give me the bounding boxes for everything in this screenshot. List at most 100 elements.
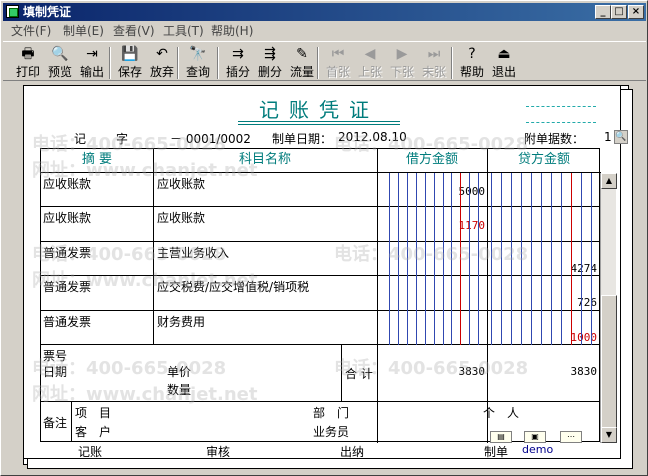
scroll-up-icon[interactable]: ▲	[601, 173, 617, 189]
account-cell[interactable]: 应交税费/应交增值税/销项税	[157, 278, 309, 295]
amount-ruling-line	[571, 173, 572, 345]
table-row[interactable]: 普通发票 主营业务收入 4274	[41, 242, 601, 277]
debit-cell[interactable]: 1170	[421, 219, 486, 232]
voucher-date[interactable]: 2012.08.10	[338, 130, 407, 144]
close-button[interactable]: ×	[628, 5, 644, 19]
voucher-header: 记 字 － 0001/0002 制单日期： 2012.08.10 附单据数： 1	[24, 130, 622, 148]
amount-ruling-line	[389, 173, 390, 345]
voucher-number[interactable]: － 0001/0002	[170, 130, 251, 147]
memo-edit-icon[interactable]: ▣	[524, 431, 546, 443]
toolbar-button-5[interactable]: 🔭 查询	[183, 45, 213, 81]
scroll-thumb[interactable]	[601, 295, 617, 439]
voucher-title: 记账凭证	[259, 98, 379, 122]
toolbar-button-11[interactable]: ▶ 下张	[387, 45, 417, 81]
attach-label: 附单据数：	[524, 132, 585, 146]
amount-ruling-line	[521, 173, 522, 345]
toolbar-button-13[interactable]: ? 帮助	[457, 45, 487, 81]
toolbar-button-9[interactable]: ⏮ 首张	[323, 45, 353, 81]
amount-ruling-line	[406, 173, 408, 345]
amount-ruling-line	[415, 173, 417, 345]
menu-bar: 文件(F) 制单(E) 查看(V) 工具(T) 帮助(H)	[3, 22, 646, 40]
table-row[interactable]: 应收账款 应收账款 1170	[41, 207, 601, 242]
toolbar-label: 打印	[15, 65, 40, 79]
toolbar-label: 放弃	[149, 65, 174, 79]
summary-cell[interactable]: 普通发票	[43, 244, 91, 261]
toolbar-label: 退出	[491, 65, 516, 79]
help-icon: ?	[468, 46, 476, 62]
toolbar-button-0[interactable]: 🖶 打印	[13, 45, 43, 81]
signature-row: 记账 审核 出纳 制单 demo	[24, 443, 622, 459]
toolbar-separator	[109, 47, 111, 79]
amount-ruling-line	[451, 173, 453, 345]
account-cell[interactable]: 应收账款	[157, 175, 205, 192]
price-label: 单价	[167, 365, 192, 379]
title-underline-2	[238, 124, 400, 125]
account-cell[interactable]: 主营业务收入	[157, 244, 229, 261]
toolbar: 🖶 打印 🔍 预览 ⇥ 输出 💾 保存 ↶ 放弃 🔭 查询 ⇉ 插分 ⇶ 删分 ✎ 流量 ⏮ 首张 ◀ 上张 ▶ 下张 ⏭ 末张?…	[3, 41, 646, 81]
department-label: 部 门	[313, 406, 350, 420]
toolbar-button-12[interactable]: ⏭ 末张	[419, 45, 449, 81]
minimize-button[interactable]: _	[595, 5, 611, 19]
app-icon	[6, 5, 19, 18]
salesperson-label: 业务员	[313, 425, 350, 439]
save-icon: 💾	[121, 46, 139, 62]
toolbar-separator	[217, 47, 219, 79]
account-cell[interactable]: 财务费用	[157, 313, 205, 330]
vertical-scrollbar[interactable]: ▲ ▼	[600, 173, 617, 443]
amount-ruling-line	[551, 173, 552, 345]
toolbar-separator	[177, 47, 179, 79]
delete-line-icon: ⇶	[264, 46, 276, 62]
amount-ruling-line	[591, 173, 592, 345]
memo-card-icon[interactable]: ▤	[490, 431, 512, 443]
toolbar-button-6[interactable]: ⇉ 插分	[223, 45, 253, 81]
scroll-down-icon[interactable]: ▼	[601, 427, 617, 443]
attach-count[interactable]: 1	[604, 130, 612, 144]
project-label: 项 目	[75, 406, 112, 420]
memo-clear-icon[interactable]: ⋯	[560, 431, 582, 443]
col-debit: 借方金额	[405, 152, 458, 167]
menu-help[interactable]: 帮助(H)	[211, 22, 253, 40]
voucher-type[interactable]: 记	[74, 130, 86, 147]
attach-search-icon[interactable]: 🔍	[614, 130, 628, 144]
bookkeeper-label: 记账	[78, 445, 103, 459]
memo-label: 备注	[43, 416, 68, 430]
table-row[interactable]: 普通发票 应交税费/应交增值税/销项税 726	[41, 276, 601, 311]
summary-cell[interactable]: 普通发票	[43, 278, 91, 295]
toolbar-label: 末张	[421, 65, 446, 79]
summary-cell[interactable]: 应收账款	[43, 209, 91, 226]
summary-cell[interactable]: 应收账款	[43, 175, 91, 192]
person-label: 个 人	[483, 406, 520, 420]
toolbar-button-3[interactable]: 💾 保存	[115, 45, 145, 81]
binoculars-icon: 🔭	[189, 46, 207, 62]
amount-ruling-line	[397, 173, 399, 345]
menu-edit[interactable]: 制单(E)	[63, 22, 104, 40]
toolbar-button-4[interactable]: ↶ 放弃	[147, 45, 177, 81]
window-title: 填制凭证	[23, 5, 72, 19]
menu-view[interactable]: 查看(V)	[113, 22, 155, 40]
amount-ruling-line	[442, 173, 444, 345]
menu-file[interactable]: 文件(F)	[11, 22, 51, 40]
amount-ruling-line	[491, 173, 492, 345]
toolbar-button-14[interactable]: ⏏ 退出	[489, 45, 519, 81]
voucher-type-suffix: 字	[116, 132, 129, 146]
amount-ruling-line	[531, 173, 532, 345]
table-row[interactable]: 应收账款 应收账款 5000	[41, 173, 601, 208]
toolbar-separator	[317, 47, 319, 79]
total-debit: 3830	[458, 365, 486, 378]
toolbar-label: 插分	[225, 65, 250, 79]
toolbar-button-7[interactable]: ⇶ 删分	[255, 45, 285, 81]
toolbar-button-8[interactable]: ✎ 流量	[287, 45, 317, 81]
toolbar-button-10[interactable]: ◀ 上张	[355, 45, 385, 81]
voucher-window: 填制凭证 _ □ × 文件(F) 制单(E) 查看(V) 工具(T) 帮助(H)…	[0, 0, 648, 476]
table-row[interactable]: 普通发票 财务费用 1000	[41, 311, 601, 345]
account-cell[interactable]: 应收账款	[157, 209, 205, 226]
summary-cell[interactable]: 普通发票	[43, 313, 91, 330]
menu-tools[interactable]: 工具(T)	[163, 22, 204, 40]
toolbar-button-2[interactable]: ⇥ 输出	[77, 45, 107, 81]
maximize-button[interactable]: □	[611, 5, 627, 19]
col-summary: 摘 要	[81, 152, 113, 167]
dotted-line-2	[526, 122, 596, 123]
toolbar-button-1[interactable]: 🔍 预览	[45, 45, 75, 81]
amount-ruling-line	[561, 173, 562, 345]
debit-cell[interactable]: 5000	[421, 185, 486, 198]
